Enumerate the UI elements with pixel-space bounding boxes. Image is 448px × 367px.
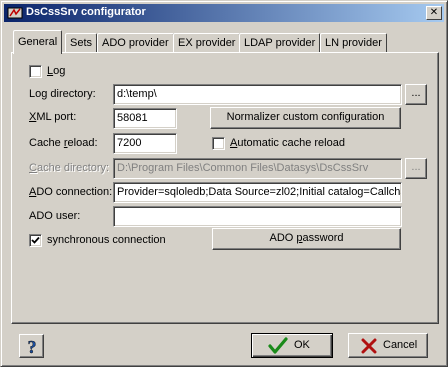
ado-user-label: ADO user: — [29, 210, 81, 222]
general-tab-panel: Log Log directory: d:\temp\ ... XML port… — [11, 52, 439, 324]
title-bar[interactable]: DsCssSrv configurator ✕ — [4, 4, 444, 22]
app-icon — [7, 5, 23, 21]
normalizer-custom-configuration-button[interactable]: Normalizer custom configuration — [210, 107, 401, 129]
help-button[interactable]: ? — [19, 334, 44, 358]
tab-sets[interactable]: Sets — [65, 33, 98, 53]
xml-port-field[interactable]: 58081 — [113, 108, 177, 129]
cache-directory-field: D:\Program Files\Common Files\Datasys\Ds… — [113, 158, 402, 179]
tab-general[interactable]: General — [13, 30, 63, 54]
ado-password-button[interactable]: ADO password — [212, 228, 401, 250]
cache-directory-label: Cache directory: — [29, 162, 110, 174]
check-icon — [268, 337, 288, 354]
ok-label: OK — [294, 339, 310, 351]
synchronous-connection-checkbox[interactable] — [29, 234, 42, 247]
tab-ldap-provider[interactable]: LDAP provider — [239, 33, 321, 53]
synchronous-connection-label[interactable]: synchronous connection — [47, 234, 166, 246]
tab-label: ADO provider — [102, 37, 169, 49]
cache-reload-label: Cache reload: — [29, 137, 98, 149]
log-directory-label: Log directory: — [29, 88, 96, 100]
tab-ln-provider[interactable]: LN provider — [320, 33, 387, 53]
cache-reload-field[interactable]: 7200 — [113, 133, 177, 154]
tab-label: General — [18, 36, 58, 48]
log-directory-field[interactable]: d:\temp\ — [113, 84, 402, 105]
tab-label: LN provider — [325, 37, 382, 49]
tab-label: LDAP provider — [244, 37, 316, 49]
tab-ado-provider[interactable]: ADO provider — [97, 33, 174, 53]
ado-user-field[interactable] — [113, 206, 402, 227]
log-label[interactable]: Log — [47, 65, 65, 77]
tab-label: EX provider — [178, 37, 236, 49]
tab-label: Sets — [70, 37, 93, 49]
help-glyph: ? — [28, 337, 37, 355]
ado-connection-field[interactable]: Provider=sqloledb;Data Source=zl02;Initi… — [113, 182, 402, 203]
window-title: DsCssSrv configurator — [26, 6, 146, 18]
xml-port-label: XML port: — [29, 111, 77, 123]
automatic-cache-reload-label[interactable]: Automatic cache reload — [230, 137, 345, 149]
cache-directory-browse-button: ... — [405, 158, 427, 179]
automatic-cache-reload-checkbox[interactable] — [212, 137, 225, 150]
ado-connection-label: ADO connection: — [29, 186, 113, 198]
checkmark-icon — [31, 236, 40, 244]
close-icon[interactable]: ✕ — [426, 6, 442, 20]
cancel-x-icon — [361, 338, 377, 354]
help-icon: ? — [27, 337, 37, 355]
log-directory-browse-button[interactable]: ... — [405, 84, 427, 105]
tab-ex-provider[interactable]: EX provider — [173, 33, 241, 53]
ok-button[interactable]: OK — [251, 333, 333, 358]
cancel-button[interactable]: Cancel — [348, 333, 428, 358]
cancel-label: Cancel — [383, 339, 418, 351]
configurator-window: DsCssSrv configurator ✕ General Sets ADO… — [0, 0, 448, 367]
log-checkbox[interactable] — [29, 65, 42, 78]
